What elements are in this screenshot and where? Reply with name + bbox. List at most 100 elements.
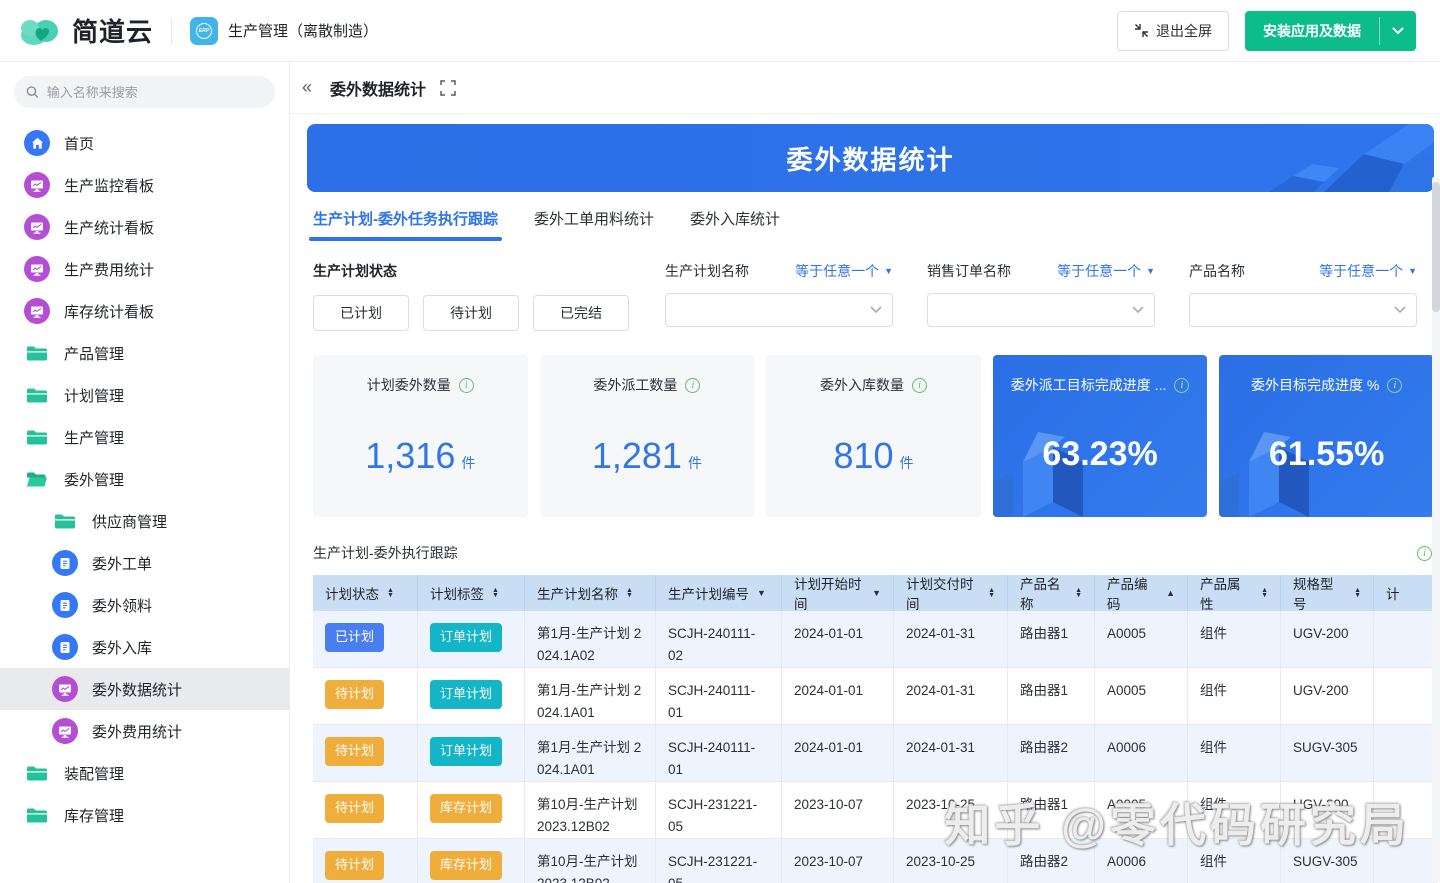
col-header-cut[interactable]: 计 [1374, 575, 1434, 611]
sort-icon[interactable]: ▲▼ [1261, 588, 1268, 598]
info-icon[interactable]: i [685, 378, 700, 393]
col-header-plan-name[interactable]: 生产计划名称▲▼ [525, 575, 656, 611]
col-header-deliver-date[interactable]: 计划交付时间▲▼ [894, 575, 1008, 611]
table-title: 生产计划-委外执行跟踪 [313, 543, 458, 563]
info-icon[interactable]: i [912, 378, 927, 393]
cell-tag: 订单计划 [418, 668, 525, 725]
status-button-pending[interactable]: 待计划 [423, 295, 519, 331]
tab-workorder-material-stats[interactable]: 委外工单用料统计 [534, 208, 654, 241]
folder-icon [24, 807, 50, 824]
sidebar-item-home[interactable]: 首页 [0, 122, 289, 164]
col-header-product-name[interactable]: 产品名称▲▼ [1008, 575, 1095, 611]
cell-status: 待计划 [313, 725, 418, 782]
sort-icon[interactable]: ▲▼ [492, 588, 499, 598]
cell-cut [1374, 611, 1434, 668]
content-scrollbar[interactable] [1432, 176, 1440, 883]
col-header-spec-model[interactable]: 规格型号▲▼ [1281, 575, 1374, 611]
sidebar-item-outsourcing-material[interactable]: 委外领料 [0, 584, 289, 626]
cell-product: 路由器1 [1008, 782, 1095, 839]
dashboard-icon [24, 214, 50, 240]
install-dropdown-caret[interactable] [1379, 17, 1416, 45]
sidebar-item-assembly-mgmt[interactable]: 装配管理 [0, 752, 289, 794]
cell-attr: 组件 [1188, 839, 1281, 883]
cell-plan-name: 第10月-生产计划 2023.12B02 [525, 782, 656, 839]
sidebar-item-outsourcing-mgmt[interactable]: 委外管理 [0, 458, 289, 500]
folder-icon [24, 765, 50, 782]
sidebar-item-production-stats[interactable]: 生产统计看板 [0, 206, 289, 248]
collapse-sidebar-icon[interactable]: « [298, 75, 316, 100]
sort-icon[interactable]: ▲▼ [1075, 588, 1082, 598]
sort-asc-icon[interactable]: ▲ [1166, 589, 1175, 598]
sort-desc-icon[interactable]: ▼ [872, 589, 881, 598]
dashboard-icon [52, 718, 78, 744]
folder-open-icon [24, 471, 50, 488]
info-icon[interactable]: i [459, 378, 474, 393]
cell-model: UGV-200 [1281, 611, 1374, 668]
search-icon [26, 85, 39, 99]
info-icon[interactable]: i [1174, 378, 1189, 393]
banner-cube-decoration [1174, 124, 1434, 192]
status-badge: 待计划 [325, 737, 384, 766]
cell-plan-no: SCJH-240111-01 [656, 668, 782, 725]
sort-desc-icon[interactable]: ▼ [757, 589, 766, 598]
sidebar-search[interactable] [14, 76, 275, 108]
sidebar-item-product-mgmt[interactable]: 产品管理 [0, 332, 289, 374]
app-icon[interactable]: ERP [190, 17, 218, 45]
sidebar-item-outsourcing-workorder[interactable]: 委外工单 [0, 542, 289, 584]
sidebar-item-production-cost[interactable]: 生产费用统计 [0, 248, 289, 290]
sidebar-item-inventory-mgmt[interactable]: 库存管理 [0, 794, 289, 836]
tab-plan-outsourcing-tracking[interactable]: 生产计划-委外任务执行跟踪 [313, 208, 498, 241]
status-button-planned[interactable]: 已计划 [313, 295, 409, 331]
cell-code: A0006 [1095, 839, 1188, 883]
sidebar-item-outsourcing-cost-stats[interactable]: 委外费用统计 [0, 710, 289, 752]
filter-product-name-operator[interactable]: 等于任意一个▼ [1319, 261, 1417, 281]
scrollbar-thumb[interactable] [1432, 182, 1440, 312]
sort-icon[interactable]: ▲▼ [1354, 588, 1361, 598]
sidebar-item-inventory-stats[interactable]: 库存统计看板 [0, 290, 289, 332]
col-header-product-code[interactable]: 产品编码▲ [1095, 575, 1188, 611]
status-badge: 待计划 [325, 794, 384, 823]
sidebar-item-production-mgmt[interactable]: 生产管理 [0, 416, 289, 458]
col-header-start-date[interactable]: 计划开始时间▼ [782, 575, 894, 611]
logo[interactable]: 简道云 [20, 12, 153, 49]
sidebar-item-outsourcing-data-stats[interactable]: 委外数据统计 [0, 668, 289, 710]
cell-code: A0005 [1095, 611, 1188, 668]
install-app-button[interactable]: 安装应用及数据 [1245, 11, 1416, 51]
col-header-plan-no[interactable]: 生产计划编号▼ [656, 575, 782, 611]
filter-sales-order-operator[interactable]: 等于任意一个▼ [1057, 261, 1155, 281]
cell-model: SUGV-305 [1281, 725, 1374, 782]
col-header-plan-tag[interactable]: 计划标签▲▼ [418, 575, 525, 611]
tag-badge: 订单计划 [430, 680, 502, 709]
col-header-plan-status[interactable]: 计划状态▲▼ [313, 575, 418, 611]
cell-code: A0005 [1095, 782, 1188, 839]
fullscreen-icon[interactable] [440, 80, 456, 96]
cell-start: 2024-01-01 [782, 611, 894, 668]
col-header-product-attr[interactable]: 产品属性▲▼ [1188, 575, 1281, 611]
status-badge: 已计划 [325, 623, 384, 652]
sidebar-item-outsourcing-inbound[interactable]: 委外入库 [0, 626, 289, 668]
info-icon[interactable]: i [1417, 546, 1432, 561]
sidebar-item-supplier-mgmt[interactable]: 供应商管理 [0, 500, 289, 542]
sidebar-item-production-monitor[interactable]: 生产监控看板 [0, 164, 289, 206]
exit-fullscreen-button[interactable]: 退出全屏 [1117, 11, 1229, 51]
sort-icon[interactable]: ▲▼ [988, 588, 995, 598]
filter-plan-name-select[interactable] [665, 293, 893, 327]
status-button-finished[interactable]: 已完结 [533, 295, 629, 331]
dashboard-icon [52, 676, 78, 702]
cell-model: UGV-200 [1281, 782, 1374, 839]
search-input[interactable] [47, 85, 263, 100]
logo-text: 简道云 [72, 12, 153, 49]
filter-plan-name-operator[interactable]: 等于任意一个▼ [795, 261, 893, 281]
filter-product-name-select[interactable] [1189, 293, 1417, 327]
sort-icon[interactable]: ▲▼ [387, 588, 394, 598]
info-icon[interactable]: i [1387, 378, 1402, 393]
tab-bar: 生产计划-委外任务执行跟踪 委外工单用料统计 委外入库统计 [313, 208, 1434, 241]
cell-attr: 组件 [1188, 668, 1281, 725]
tag-badge: 订单计划 [430, 623, 502, 652]
filter-sales-order-select[interactable] [927, 293, 1155, 327]
topbar: 简道云 ERP 生产管理（离散制造） 退出全屏 安装应用及数据 [0, 0, 1440, 62]
main-panel: « 委外数据统计 [290, 62, 1440, 883]
tab-inbound-stats[interactable]: 委外入库统计 [690, 208, 780, 241]
sort-icon[interactable]: ▲▼ [626, 588, 633, 598]
sidebar-item-plan-mgmt[interactable]: 计划管理 [0, 374, 289, 416]
